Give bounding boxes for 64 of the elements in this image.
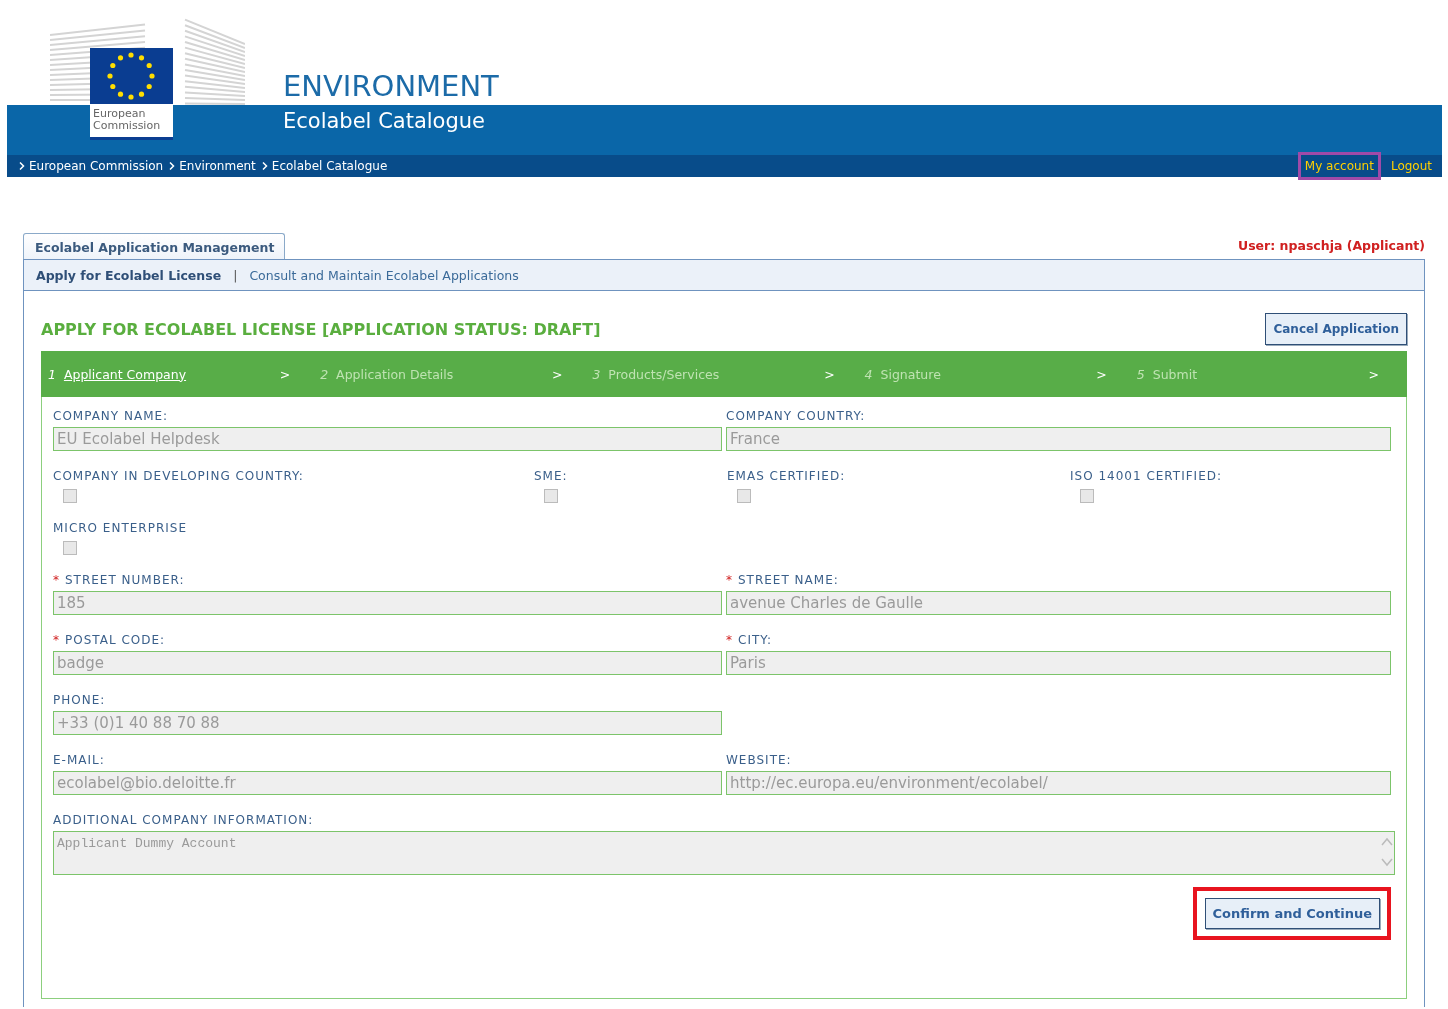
- checkbox[interactable]: [63, 489, 77, 503]
- checkbox[interactable]: [63, 541, 77, 555]
- header-link[interactable]: Logout: [1383, 152, 1439, 180]
- input-field[interactable]: Paris: [726, 651, 1391, 675]
- required-mark: *: [726, 633, 732, 647]
- step-link[interactable]: 4 Signature: [864, 366, 941, 382]
- required-mark: *: [53, 573, 59, 587]
- logo-label: European Commission: [90, 104, 173, 140]
- field-label: COMPANY IN DEVELOPING COUNTRY:: [53, 469, 304, 483]
- step-arrow: >: [1096, 366, 1107, 382]
- field-label: POSTAL CODE:: [65, 633, 166, 647]
- step-link[interactable]: 3 Products/Services: [592, 366, 720, 382]
- subnav-link[interactable]: Apply for Ecolabel License: [36, 267, 222, 283]
- text-area[interactable]: Applicant Dummy Account: [53, 831, 1395, 875]
- field-label: COMPANY NAME:: [53, 409, 169, 423]
- field-label: MICRO ENTERPRISE: [53, 521, 187, 535]
- required-mark: *: [53, 633, 59, 647]
- chevron-icon: [261, 162, 268, 170]
- chevron-icon: [169, 162, 176, 170]
- field-label: STREET NAME:: [738, 573, 839, 587]
- input-field[interactable]: 185: [53, 591, 722, 615]
- cancel-button[interactable]: Cancel Application: [1265, 313, 1407, 345]
- page-heading: APPLY FOR ECOLABEL LICENSE [APPLICATION STATUS: DRAFT]: [41, 319, 601, 339]
- input-field[interactable]: +33 (0)1 40 88 70 88: [53, 711, 722, 735]
- input-field[interactable]: badge: [53, 651, 722, 675]
- chevron-icon: [19, 162, 25, 170]
- field-label: PHONE:: [53, 693, 106, 707]
- input-field[interactable]: ecolabel@bio.deloitte.fr: [53, 771, 722, 795]
- breadcrumb-link[interactable]: Environment: [179, 159, 256, 173]
- field-label: E-MAIL:: [53, 753, 105, 767]
- checkbox[interactable]: [544, 489, 558, 503]
- step-arrow: >: [279, 366, 291, 382]
- checkbox[interactable]: [1080, 489, 1094, 503]
- checkbox[interactable]: [737, 489, 751, 503]
- field-label: WEBSITE:: [726, 753, 792, 767]
- field-label: SME:: [534, 469, 568, 483]
- step-link[interactable]: 2 Application Details: [320, 366, 454, 382]
- site-subtitle: Ecolabel Catalogue: [283, 109, 485, 133]
- input-field[interactable]: http://ec.europa.eu/environment/ecolabel/: [726, 771, 1391, 795]
- eu-flag-icon: [90, 48, 173, 104]
- step-link[interactable]: 5 Submit: [1136, 366, 1198, 382]
- field-label: ISO 14001 CERTIFIED:: [1070, 469, 1222, 483]
- field-label: STREET NUMBER:: [65, 573, 185, 587]
- field-label: EMAS CERTIFIED:: [727, 469, 846, 483]
- step-arrow: >: [824, 366, 835, 382]
- breadcrumb-link[interactable]: European Commission: [29, 159, 164, 173]
- site-title: ENVIRONMENT: [283, 69, 499, 103]
- header-link[interactable]: My account: [1297, 152, 1381, 180]
- step-link[interactable]: 1 Applicant Company: [48, 366, 187, 382]
- confirm-button[interactable]: Confirm and Continue: [1204, 898, 1380, 929]
- subnav-link[interactable]: Consult and Maintain Ecolabel Applications: [249, 267, 519, 283]
- input-field[interactable]: avenue Charles de Gaulle: [726, 591, 1391, 615]
- separator: |: [233, 267, 238, 283]
- panel-tab[interactable]: Ecolabel Application Management: [23, 233, 286, 259]
- input-field[interactable]: EU Ecolabel Helpdesk: [53, 427, 722, 451]
- field-label: CITY:: [738, 633, 773, 647]
- required-mark: *: [726, 573, 732, 587]
- field-label: ADDITIONAL COMPANY INFORMATION:: [53, 813, 314, 827]
- breadcrumb-link[interactable]: Ecolabel Catalogue: [271, 159, 388, 173]
- user-label: User: npaschja (Applicant): [1238, 238, 1425, 255]
- field-label: COMPANY COUNTRY:: [726, 409, 866, 423]
- step-arrow: >: [551, 366, 563, 382]
- input-field[interactable]: France: [726, 427, 1391, 451]
- step-arrow: >: [1368, 366, 1379, 382]
